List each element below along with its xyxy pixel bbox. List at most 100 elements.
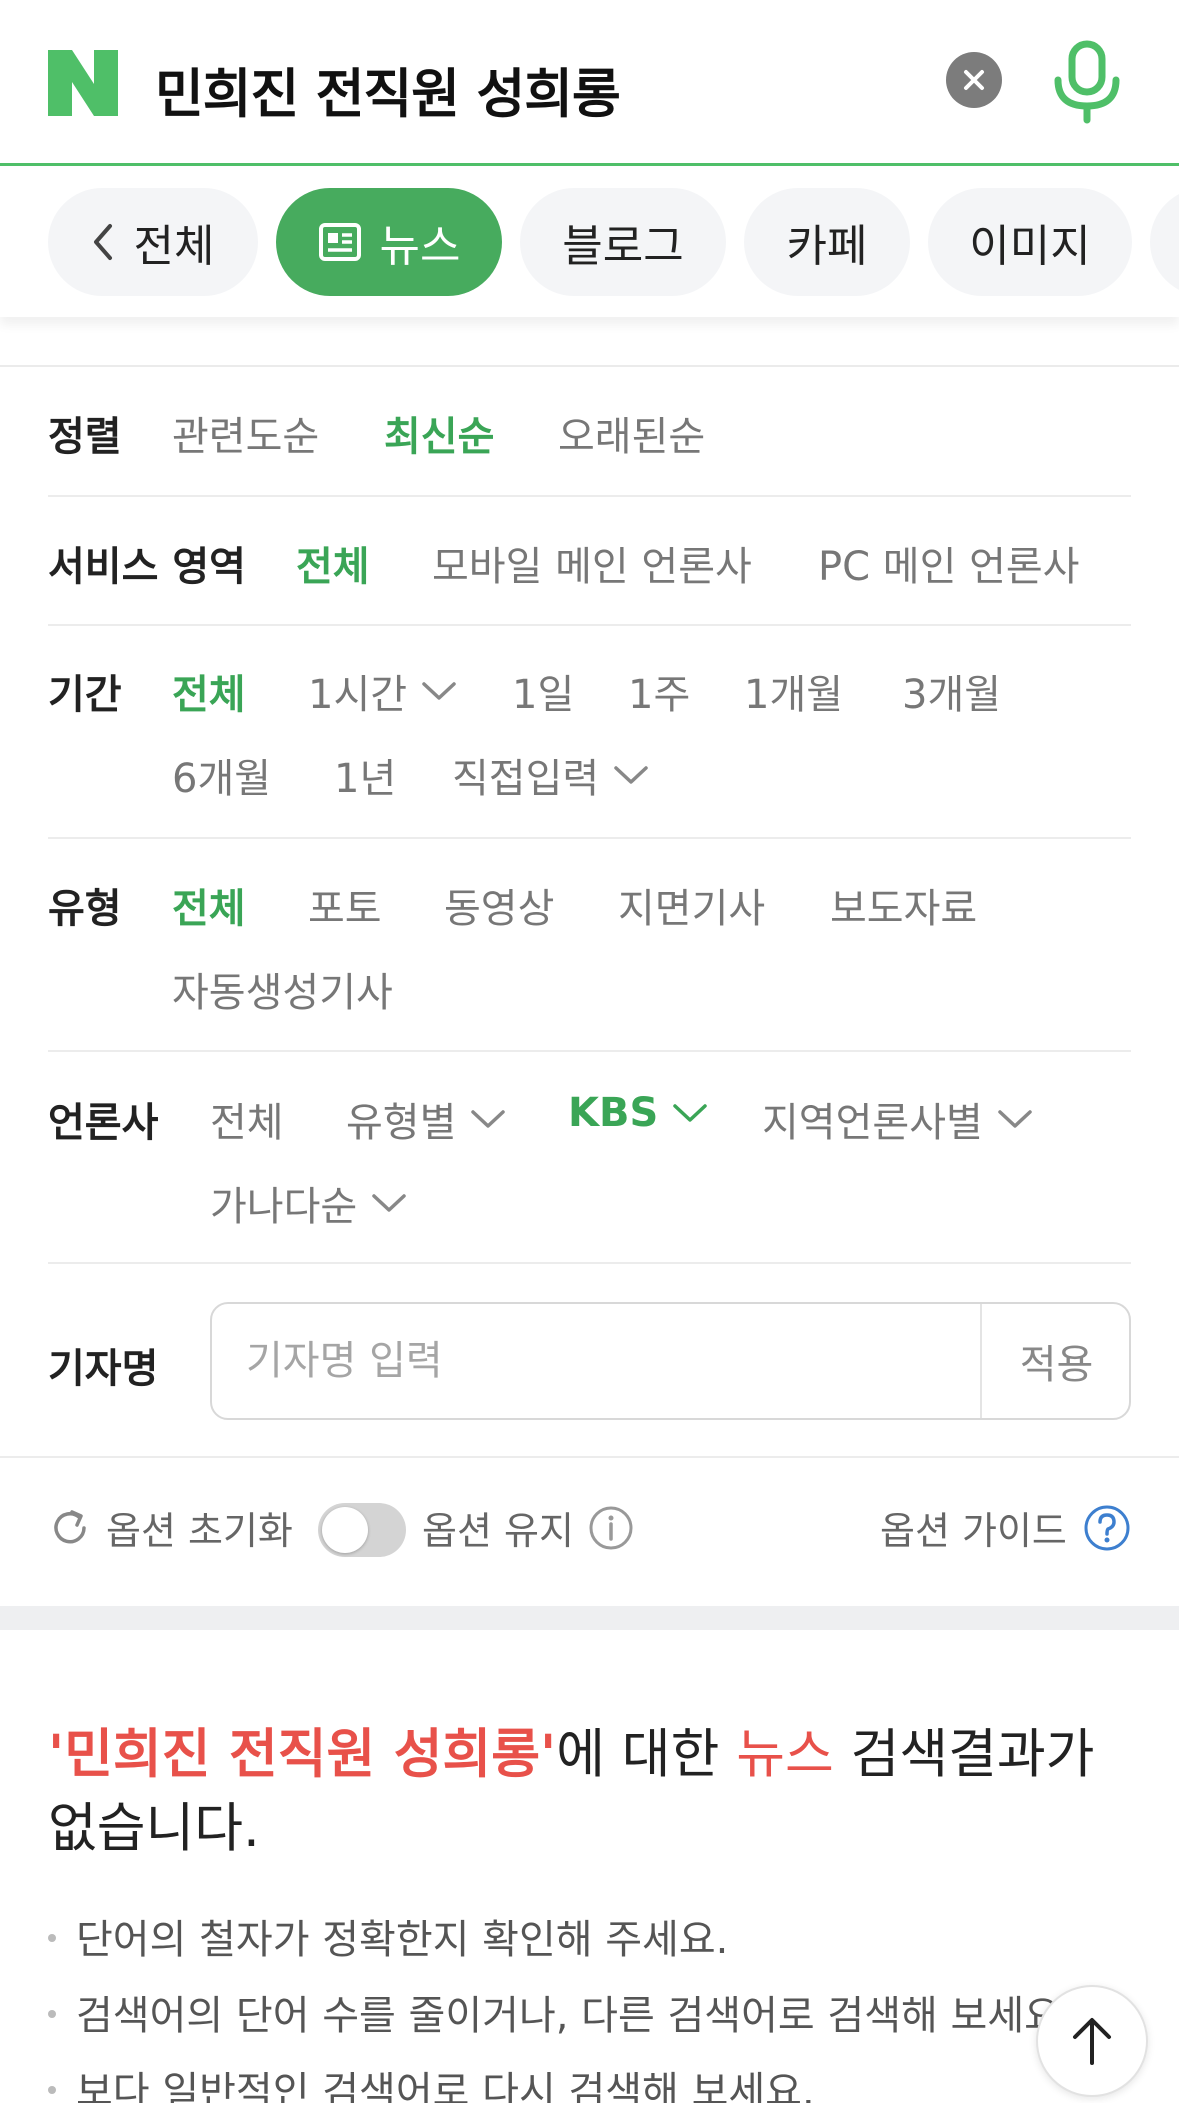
- scroll-top-button[interactable]: [1036, 1985, 1148, 2097]
- tab-label: 카페: [786, 221, 868, 272]
- period-1week[interactable]: 1주: [628, 662, 690, 720]
- service-label: 서비스 영역: [48, 544, 246, 590]
- chevron-down-icon: [372, 1194, 406, 1212]
- reset-options-button[interactable]: 옵션 초기화: [48, 1500, 293, 1555]
- options-guide-label: 옵션 가이드: [880, 1509, 1067, 1553]
- press-alphabetical-label: 가나다순: [210, 1184, 358, 1230]
- period-1hour[interactable]: 1시간: [308, 662, 457, 720]
- press-by-type[interactable]: 유형별: [346, 1090, 506, 1148]
- tab-label: 블로그: [562, 221, 684, 272]
- chevron-down-icon: [614, 766, 648, 784]
- press-kbs-label: KBS: [568, 1090, 659, 1136]
- tab-cafe[interactable]: 카페: [744, 188, 910, 296]
- type-press-release[interactable]: 보도자료: [830, 876, 977, 934]
- close-icon: [964, 70, 984, 90]
- option-row-period: 기간 전체 1시간 1일 1주 1개월 3개월 6개월 1년 직접입력: [48, 658, 1131, 808]
- no-results-message: '민희진 전직원 성희롱'에 대한 뉴스 검색결과가 없습니다.: [48, 1718, 1138, 1866]
- list-item: 보다 일반적인 검색어로 다시 검색해 보세요.: [48, 2050, 1148, 2103]
- chevron-down-icon: [998, 1110, 1032, 1128]
- list-item: 단어의 철자가 정확한지 확인해 주세요.: [48, 1898, 1148, 1974]
- tab-label: 뉴스: [379, 221, 461, 272]
- press-kbs[interactable]: KBS: [568, 1090, 708, 1136]
- newspaper-icon: [318, 223, 361, 261]
- service-mobile-main[interactable]: 모바일 메인 언론사: [432, 534, 752, 592]
- keep-options-toggle[interactable]: [318, 1503, 406, 1557]
- period-all[interactable]: 전체: [172, 662, 246, 720]
- tab-label: 전체: [133, 221, 215, 272]
- option-row-type: 유형 전체 포토 동영상 지면기사 보도자료 자동생성기사: [48, 872, 1131, 1022]
- chevron-left-icon: [93, 224, 112, 260]
- option-row-sort: 정렬 관련도순 최신순 오래된순: [48, 400, 1131, 460]
- info-icon[interactable]: [588, 1505, 634, 1551]
- naver-logo[interactable]: [48, 50, 118, 116]
- period-1day[interactable]: 1일: [512, 662, 574, 720]
- reset-options-label: 옵션 초기화: [106, 1509, 293, 1553]
- type-photo[interactable]: 포토: [308, 876, 382, 934]
- chevron-down-icon: [673, 1104, 708, 1122]
- divider: [48, 1050, 1131, 1052]
- type-all[interactable]: 전체: [172, 876, 246, 934]
- tab-news[interactable]: 뉴스: [276, 188, 502, 296]
- options-guide-link[interactable]: 옵션 가이드: [880, 1500, 1131, 1555]
- sort-latest[interactable]: 최신순: [384, 404, 494, 462]
- keep-options: 옵션 유지: [422, 1500, 634, 1555]
- period-1hour-label: 1시간: [308, 672, 408, 718]
- no-results-query: '민희진 전직원 성희롱': [48, 1724, 557, 1785]
- option-row-press: 언론사 전체 유형별 KBS 지역언론사별 가나다순: [48, 1086, 1131, 1236]
- type-video[interactable]: 동영상: [444, 876, 554, 934]
- keep-options-label: 옵션 유지: [422, 1509, 574, 1553]
- tab-blog[interactable]: 블로그: [520, 188, 726, 296]
- chevron-down-icon: [422, 682, 456, 700]
- search-tabs: 전체 뉴스 블로그 카페 이미지: [0, 169, 1179, 317]
- microphone-icon[interactable]: [1052, 40, 1122, 124]
- type-label: 유형: [48, 886, 122, 932]
- divider: [48, 837, 1131, 839]
- reporter-input[interactable]: [212, 1304, 980, 1418]
- press-by-region[interactable]: 지역언론사별: [762, 1090, 1033, 1148]
- press-by-type-label: 유형별: [346, 1100, 457, 1146]
- divider: [48, 624, 1131, 626]
- period-1month[interactable]: 1개월: [744, 662, 843, 720]
- divider: [48, 495, 1131, 497]
- press-all[interactable]: 전체: [210, 1090, 284, 1148]
- tab-more[interactable]: [1150, 188, 1179, 296]
- clear-search-button[interactable]: [946, 52, 1002, 108]
- search-query[interactable]: 민희진 전직원 성희롱: [155, 52, 621, 128]
- service-all[interactable]: 전체: [296, 534, 370, 592]
- sort-label: 정렬: [48, 414, 122, 460]
- divider: [0, 1456, 1179, 1458]
- period-custom-label: 직접입력: [452, 756, 600, 802]
- no-results-section: 뉴스: [736, 1724, 834, 1785]
- period-6month[interactable]: 6개월: [172, 746, 271, 804]
- tab-image[interactable]: 이미지: [928, 188, 1132, 296]
- press-label: 언론사: [48, 1100, 159, 1146]
- sort-oldest[interactable]: 오래된순: [558, 404, 705, 462]
- help-icon: [1084, 1505, 1130, 1550]
- reporter-label: 기자명: [48, 1346, 159, 1392]
- toggle-knob: [322, 1507, 368, 1553]
- press-by-region-label: 지역언론사별: [762, 1100, 983, 1146]
- type-auto-generated[interactable]: 자동생성기사: [172, 960, 393, 1018]
- tab-all[interactable]: 전체: [48, 188, 258, 296]
- section-separator: [0, 1606, 1179, 1630]
- arrow-up-icon: [1073, 2018, 1111, 2065]
- period-3month[interactable]: 3개월: [902, 662, 1001, 720]
- no-results-mid: 에 대한: [556, 1724, 737, 1785]
- period-1year[interactable]: 1년: [334, 746, 396, 804]
- list-item: 검색어의 단어 수를 줄이거나, 다른 검색어로 검색해 보세요.: [48, 1974, 1148, 2050]
- tab-label: 이미지: [969, 221, 1091, 272]
- service-pc-main[interactable]: PC 메인 언론사: [818, 534, 1079, 592]
- period-custom[interactable]: 직접입력: [452, 746, 649, 804]
- search-tips: 단어의 철자가 정확한지 확인해 주세요. 검색어의 단어 수를 줄이거나, 다…: [48, 1898, 1148, 2103]
- search-header: 민희진 전직원 성희롱: [0, 0, 1179, 166]
- reporter-apply-button[interactable]: 적용: [980, 1304, 1131, 1418]
- press-alphabetical[interactable]: 가나다순: [210, 1174, 407, 1232]
- reporter-search-box: 적용: [210, 1302, 1131, 1420]
- divider: [0, 365, 1179, 367]
- divider: [48, 1262, 1131, 1264]
- period-label: 기간: [48, 672, 122, 718]
- option-row-service: 서비스 영역 전체 모바일 메인 언론사 PC 메인 언론사: [48, 530, 1131, 590]
- sort-relevance[interactable]: 관련도순: [172, 404, 319, 462]
- type-print[interactable]: 지면기사: [618, 876, 765, 934]
- chevron-down-icon: [471, 1110, 506, 1128]
